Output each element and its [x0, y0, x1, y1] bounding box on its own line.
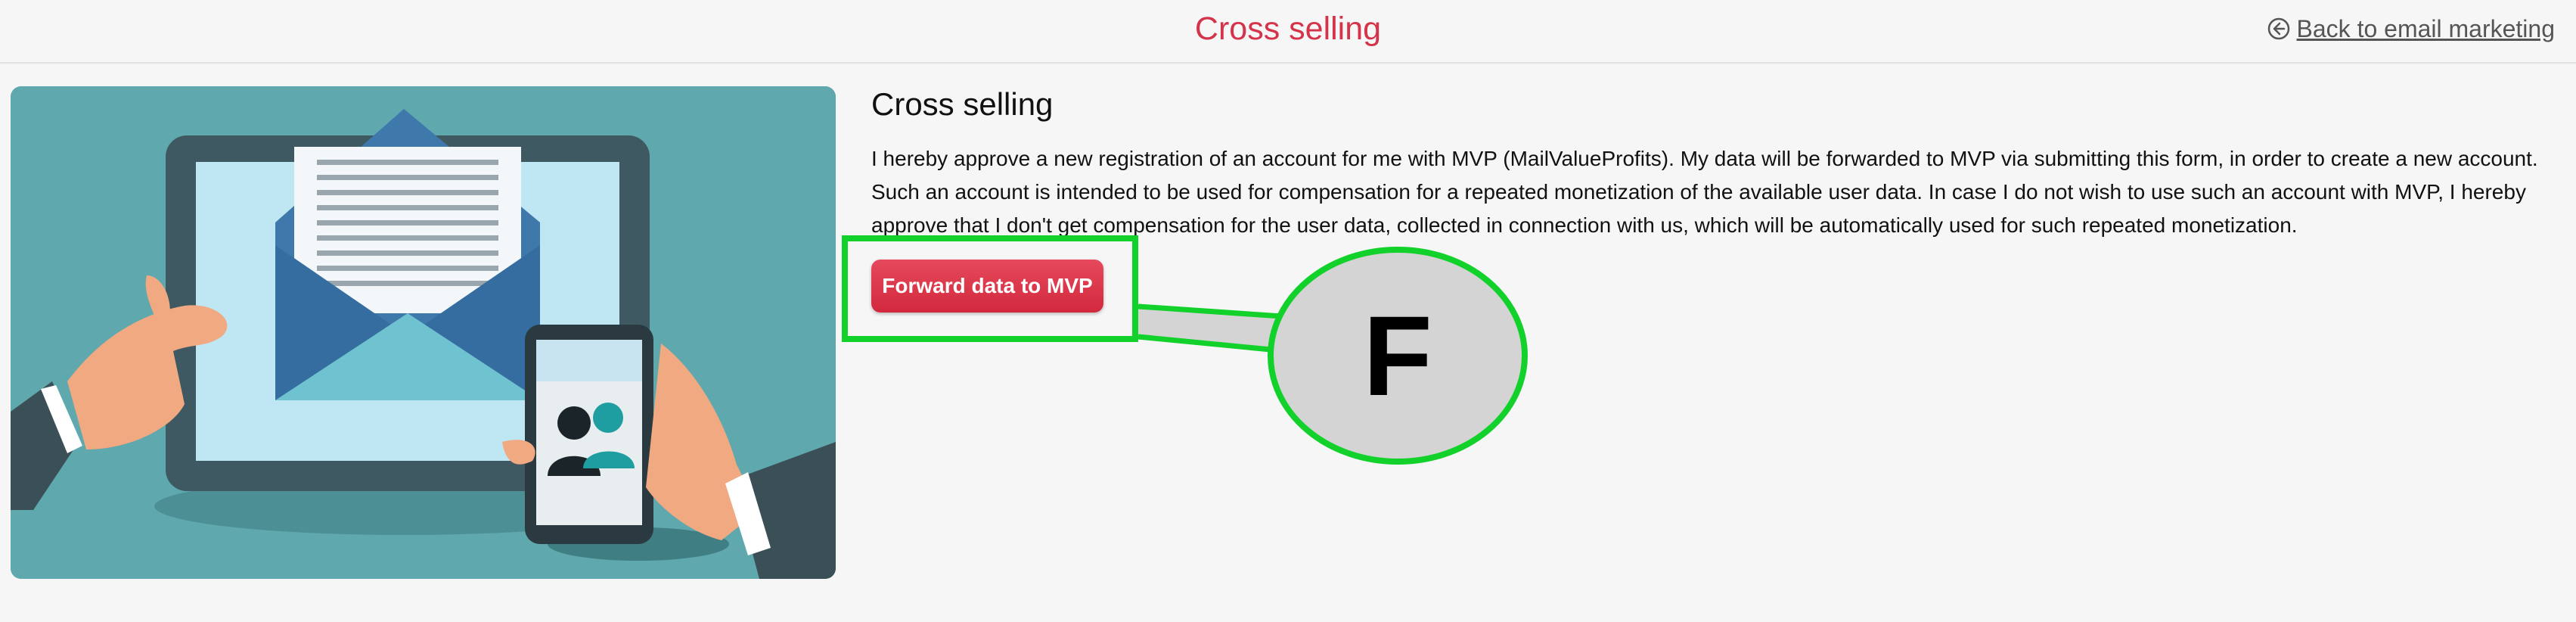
cross-selling-page: Cross selling Back to email marketing Cr…: [0, 0, 2576, 622]
arrow-left-circle-icon: [2267, 17, 2291, 41]
page-title: Cross selling: [1194, 11, 1382, 47]
email-illustration: [11, 86, 836, 579]
consent-description: I hereby approve a new registration of a…: [871, 147, 2538, 237]
annotation-highlight-box: [842, 235, 1138, 342]
back-to-email-marketing-link[interactable]: Back to email marketing: [2267, 14, 2555, 44]
annotation-callout-label: F: [1363, 292, 1432, 419]
back-link-label: Back to email marketing: [2296, 14, 2555, 42]
cross-selling-content: Cross selling I hereby approve a new reg…: [871, 83, 2558, 242]
section-heading: Cross selling: [871, 86, 1054, 122]
page-header: Cross selling Back to email marketing: [0, 0, 2576, 64]
